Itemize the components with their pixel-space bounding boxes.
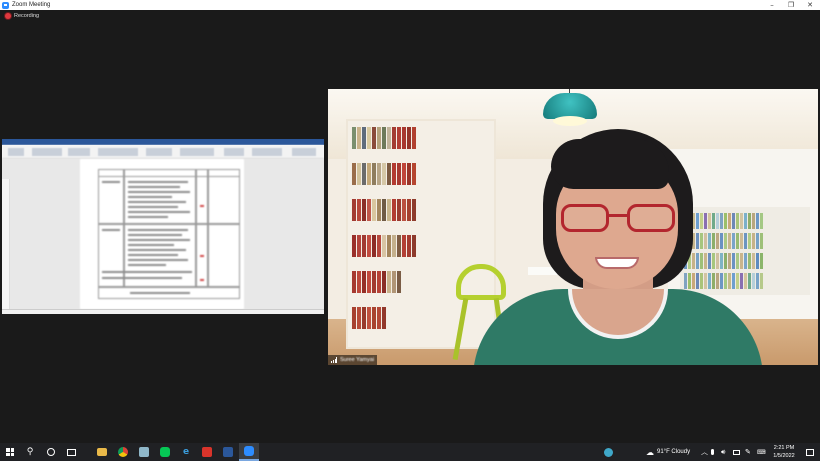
pen-icon: ✎	[745, 448, 751, 456]
close-icon: ✕	[807, 1, 813, 9]
zoom-app-icon	[2, 1, 9, 9]
windows-taskbar: ⚲ e ☁ 91°F Cloudy ︿ 🔊︎ ✎ ⌨ 2:21 PM 1/5/2…	[0, 443, 820, 461]
network-icon	[733, 449, 740, 455]
cortana-button[interactable]	[41, 443, 61, 461]
smile	[595, 257, 639, 269]
glasses	[561, 204, 677, 234]
weather-text: 91°F Cloudy	[657, 449, 691, 455]
word-icon	[223, 447, 233, 457]
volume-tray-button[interactable]: 🔊︎	[721, 443, 725, 461]
notes-icon	[139, 447, 149, 457]
weather-widget[interactable]: ☁ 91°F Cloudy	[646, 443, 690, 461]
word-button[interactable]	[218, 443, 238, 461]
maximize-button[interactable]: ❐	[781, 0, 801, 10]
pendant-lamp	[543, 89, 597, 127]
show-hidden-icons-button[interactable]: ︿	[701, 443, 708, 461]
recording-indicator[interactable]: Recording	[5, 13, 39, 19]
clock-time: 2:21 PM	[773, 445, 795, 451]
search-icon: ⚲	[26, 446, 34, 457]
pdf-icon	[202, 447, 212, 457]
line-icon	[160, 447, 170, 457]
microphone-icon	[711, 449, 714, 455]
language-tray-button[interactable]: ⌨	[757, 443, 766, 461]
speaker-icon: 🔊︎	[721, 447, 726, 456]
notes-button[interactable]	[134, 443, 154, 461]
microphone-tray-button[interactable]	[711, 443, 714, 461]
update-tray-button[interactable]	[598, 443, 618, 461]
window-titlebar: Zoom Meeting – ❐ ✕	[0, 0, 820, 10]
taskbar-clock[interactable]: 2:21 PM 1/5/2022	[768, 444, 800, 460]
network-tray-button[interactable]	[733, 443, 740, 461]
minimize-icon: –	[770, 1, 774, 9]
signal-strength-icon	[331, 357, 337, 363]
notification-icon	[806, 448, 814, 456]
keyboard-icon: ⌨	[757, 449, 766, 456]
start-button[interactable]	[0, 443, 20, 461]
folder-icon	[97, 448, 107, 456]
task-view-icon	[66, 448, 76, 456]
participant-name: Suree Yamyai	[340, 357, 375, 363]
maximize-icon: ❐	[787, 1, 795, 9]
participant-name-tag: Suree Yamyai	[328, 355, 378, 365]
search-button[interactable]: ⚲	[20, 443, 40, 461]
edge-button[interactable]: e	[176, 443, 196, 461]
windows-logo-icon	[6, 448, 14, 456]
task-view-button[interactable]	[61, 443, 81, 461]
cortana-circle-icon	[47, 448, 55, 456]
pen-tray-button[interactable]: ✎	[745, 443, 751, 461]
chevron-up-icon: ︿	[701, 448, 708, 456]
shared-screen[interactable]	[2, 139, 324, 314]
participant-video[interactable]: Suree Yamyai	[328, 89, 818, 365]
file-explorer-button[interactable]	[92, 443, 112, 461]
participant-person	[473, 129, 763, 365]
zoom-taskbar-button[interactable]	[239, 443, 259, 461]
action-center-button[interactable]	[800, 443, 820, 461]
chrome-icon	[118, 447, 128, 457]
word-status-bar	[2, 309, 324, 314]
recording-label: Recording	[14, 13, 40, 19]
close-button[interactable]: ✕	[800, 0, 820, 10]
clock-date: 1/5/2022	[773, 453, 795, 459]
line-button[interactable]	[155, 443, 175, 461]
word-page	[80, 159, 244, 309]
acrobat-button[interactable]	[197, 443, 217, 461]
word-ribbon	[2, 145, 324, 159]
minimize-button[interactable]: –	[762, 0, 782, 10]
word-document-area	[2, 159, 324, 314]
edge-icon: e	[182, 446, 190, 457]
window-title: Zoom Meeting	[12, 2, 51, 8]
zoom-icon	[244, 446, 254, 456]
update-tray-icon	[603, 447, 613, 457]
cloud-icon: ☁	[646, 447, 654, 457]
chrome-button[interactable]	[113, 443, 133, 461]
recording-dot-icon	[5, 13, 11, 19]
